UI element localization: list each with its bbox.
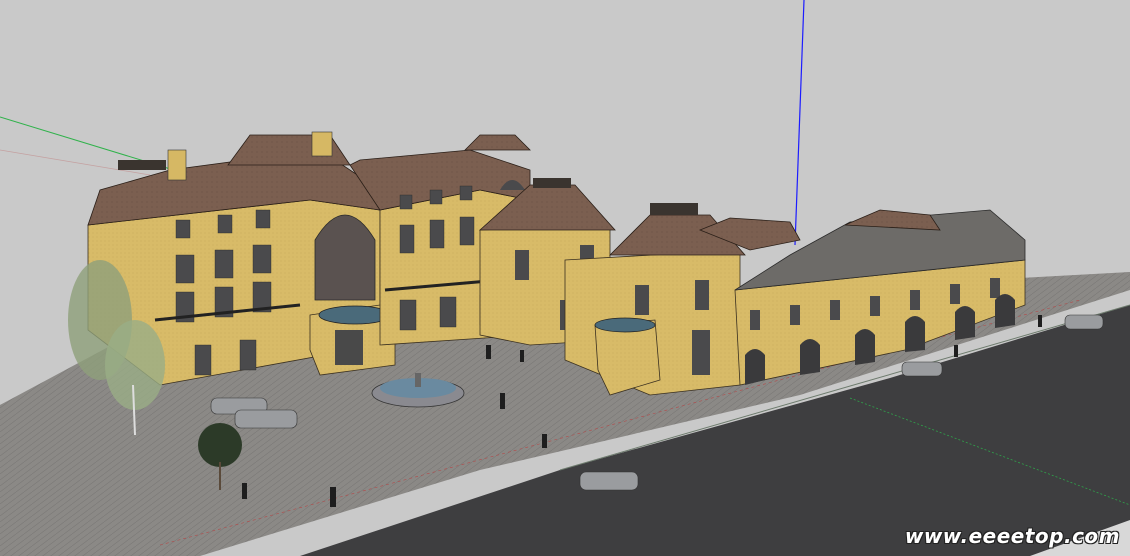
model-scene — [0, 0, 1130, 556]
sketchup-viewport[interactable]: www.eeeetop.com — [0, 0, 1130, 556]
watermark-text: www.eeeetop.com — [904, 524, 1120, 548]
